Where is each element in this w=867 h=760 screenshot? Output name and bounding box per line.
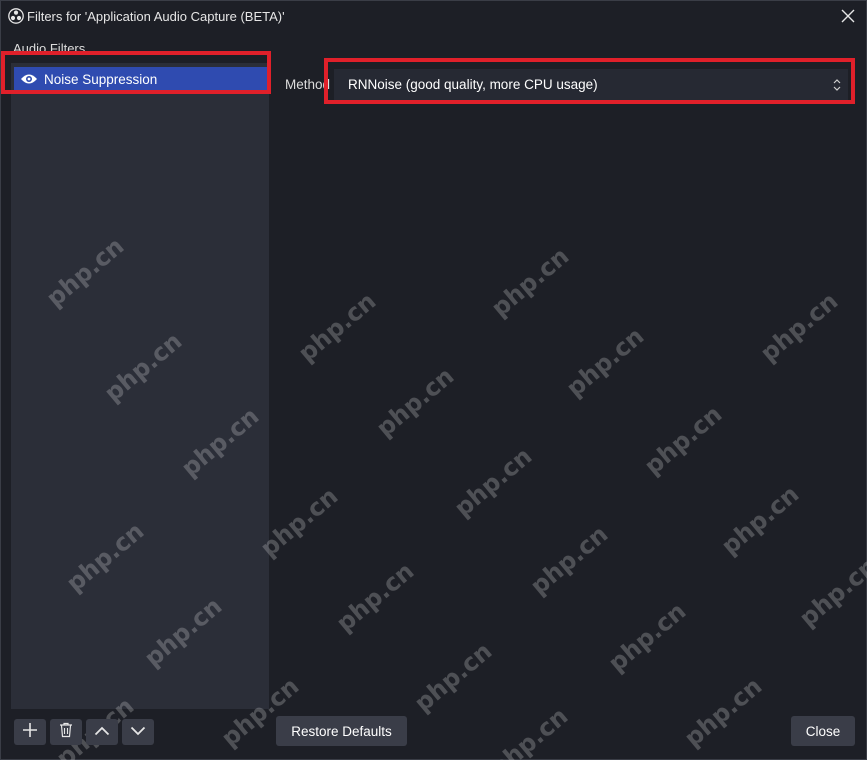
chevron-down-icon: [130, 723, 146, 741]
watermark: php.cn: [331, 556, 420, 638]
filters-dialog: Filters for 'Application Audio Capture (…: [0, 0, 867, 760]
watermark: php.cn: [293, 286, 382, 368]
watermark: php.cn: [486, 241, 575, 323]
filter-item-noise-suppression[interactable]: Noise Suppression: [14, 67, 268, 91]
close-icon[interactable]: [838, 6, 858, 26]
move-filter-down-button[interactable]: [122, 719, 154, 745]
method-label: Method: [285, 77, 331, 92]
watermark: php.cn: [561, 321, 650, 403]
chevron-up-icon: [94, 723, 110, 741]
eye-icon[interactable]: [20, 72, 38, 86]
plus-icon: [22, 722, 38, 743]
watermark: php.cn: [449, 441, 538, 523]
watermark: php.cn: [794, 551, 867, 633]
watermark: php.cn: [755, 286, 844, 368]
watermark: php.cn: [485, 701, 574, 760]
watermark: php.cn: [679, 671, 768, 753]
trash-icon: [59, 722, 73, 743]
watermark: php.cn: [716, 479, 805, 561]
restore-defaults-button[interactable]: Restore Defaults: [276, 716, 407, 746]
watermark: php.cn: [639, 399, 728, 481]
close-button[interactable]: Close: [791, 716, 855, 746]
move-filter-up-button[interactable]: [86, 719, 118, 745]
filters-list[interactable]: Noise Suppression: [11, 63, 269, 709]
select-arrows-icon: [832, 78, 842, 92]
watermark: php.cn: [603, 596, 692, 678]
method-select[interactable]: RNNoise (good quality, more CPU usage): [334, 69, 848, 100]
method-select-value: RNNoise (good quality, more CPU usage): [348, 77, 598, 92]
title-bar: Filters for 'Application Audio Capture (…: [1, 1, 866, 31]
watermark: php.cn: [525, 519, 614, 601]
watermark: php.cn: [409, 636, 498, 718]
filter-item-label: Noise Suppression: [44, 71, 158, 87]
filters-list-title: Audio Filters: [13, 41, 86, 56]
window-title: Filters for 'Application Audio Capture (…: [27, 9, 285, 24]
watermark: php.cn: [371, 361, 460, 443]
add-filter-button[interactable]: [14, 719, 46, 745]
obs-logo-icon: [8, 8, 24, 24]
remove-filter-button[interactable]: [50, 719, 82, 745]
